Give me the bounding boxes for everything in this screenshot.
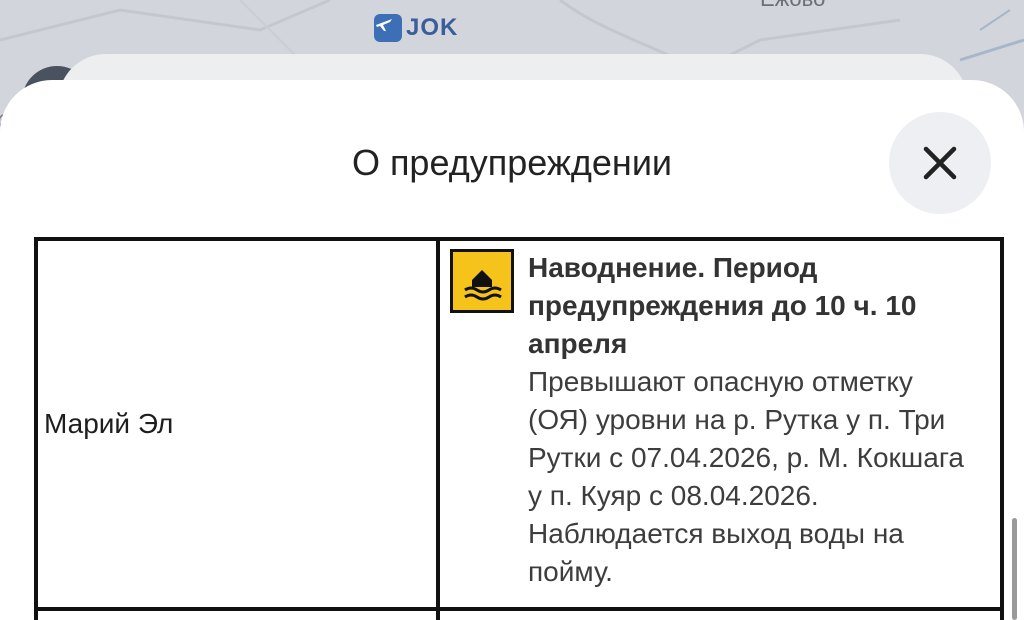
airport-code: JOK: [406, 14, 459, 41]
warning-detail-cell: Наводнение. Период предупреждения до 10 …: [436, 237, 1004, 611]
warning-description: Превышают опасную отметку (ОЯ) уровни на…: [528, 366, 964, 587]
close-icon: [923, 146, 957, 180]
airport-label[interactable]: JOK: [374, 14, 458, 42]
table-row: [34, 607, 1004, 620]
table-row: Марий Эл Наводнение. Период предупрежден…: [34, 237, 1004, 611]
close-button[interactable]: [889, 112, 991, 214]
plane-icon: [374, 14, 402, 42]
region-cell: Марий Эл: [34, 237, 440, 611]
warning-detail-cell: [436, 607, 1004, 620]
region-cell: [34, 607, 440, 620]
map-town-label: Ежово: [760, 0, 825, 12]
scrollbar[interactable]: [1012, 518, 1017, 620]
flood-icon: [450, 249, 514, 313]
modal-title: О предупреждении: [351, 142, 673, 183]
warning-modal: О предупреждении Марий Эл Наводнение. Пе…: [0, 80, 1024, 620]
warnings-table: Марий Эл Наводнение. Период предупрежден…: [34, 237, 1004, 620]
warning-title: Наводнение. Период предупреждения до 10 …: [528, 252, 917, 359]
